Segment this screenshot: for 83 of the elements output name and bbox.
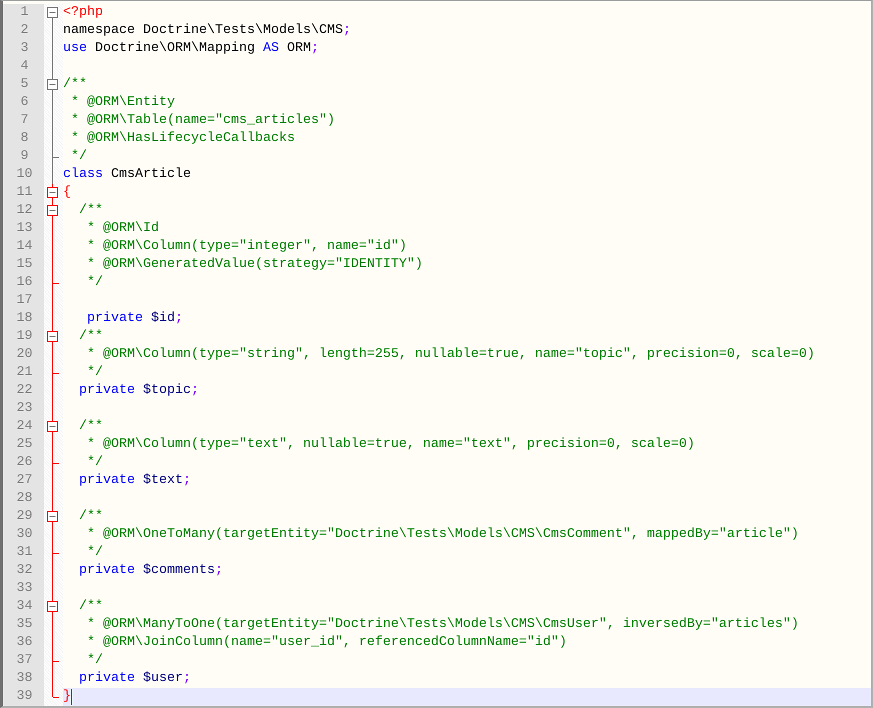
line-number: 39: [3, 688, 44, 706]
code-line: */: [86, 364, 103, 382]
line-number: 19: [3, 328, 44, 346]
code-line: private $user;: [78, 670, 191, 688]
code-line: /**: [78, 328, 103, 346]
code-line: /**: [78, 508, 103, 526]
code-line: * @ORM\Id: [86, 220, 159, 238]
code-line: <?php: [63, 4, 103, 22]
line-number: 12: [3, 202, 44, 220]
code-line: * @ORM\Column(type="integer", name="id"): [86, 238, 407, 256]
code-line: /**: [63, 76, 87, 94]
line-number: 23: [3, 400, 44, 418]
collapse-icon[interactable]: [47, 7, 58, 18]
code-line: */: [86, 652, 103, 670]
code-line: private $text;: [78, 472, 191, 490]
code-line: * @ORM\Entity: [70, 94, 175, 112]
fold-end-mark: [53, 697, 59, 698]
line-number: 24: [3, 418, 44, 436]
line-number: 25: [3, 436, 44, 454]
code-line: use Doctrine\ORM\Mapping AS ORM;: [63, 40, 319, 58]
line-number: 31: [3, 544, 44, 562]
collapse-icon[interactable]: [47, 331, 58, 342]
line-number: 10: [3, 166, 44, 184]
line-number: 3: [3, 40, 44, 58]
collapse-icon[interactable]: [47, 421, 58, 432]
line-number: 7: [3, 112, 44, 130]
code-line: private $comments;: [78, 562, 223, 580]
code-line: */: [86, 454, 103, 472]
collapse-icon[interactable]: [47, 511, 58, 522]
line-number: 11: [3, 184, 44, 202]
line-number: 4: [3, 58, 44, 76]
line-number: 9: [3, 148, 44, 166]
code-line: * @ORM\ManyToOne(targetEntity="Doctrine\Tests\Models\CMS\CmsUser", inversedBy="articles"): [86, 616, 799, 634]
code-line: */: [86, 274, 103, 292]
line-number: 33: [3, 580, 44, 598]
line-number: 35: [3, 616, 44, 634]
line-number: 36: [3, 634, 44, 652]
line-number: 1: [3, 4, 44, 22]
code-line: * @ORM\HasLifecycleCallbacks: [70, 130, 295, 148]
line-number: 30: [3, 526, 44, 544]
code-line: {: [63, 184, 71, 202]
line-number: 26: [3, 454, 44, 472]
code-line: */: [86, 544, 103, 562]
line-number: 8: [3, 130, 44, 148]
line-number: 28: [3, 490, 44, 508]
line-number: 16: [3, 274, 44, 292]
code-line: private $id;: [86, 310, 183, 328]
code-line: }: [63, 688, 71, 706]
code-line: * @ORM\Column(type="string", length=255, nullable=true, name="topic", precision=0, scale=0): [86, 346, 815, 364]
line-number: 13: [3, 220, 44, 238]
code-line: /**: [78, 202, 103, 220]
line-number: 27: [3, 472, 44, 490]
collapse-icon[interactable]: [47, 205, 58, 216]
code-line: private $topic;: [78, 382, 199, 400]
line-number: 37: [3, 652, 44, 670]
collapse-icon[interactable]: [47, 79, 58, 90]
code-line: * @ORM\GeneratedValue(strategy="IDENTITY"): [86, 256, 423, 274]
code-line: /**: [78, 598, 103, 616]
collapse-icon[interactable]: [47, 601, 58, 612]
code-line: * @ORM\OneToMany(targetEntity="Doctrine\Tests\Models\CMS\CmsComment", mappedBy="article"): [86, 526, 799, 544]
line-number: 17: [3, 292, 44, 310]
line-number: 5: [3, 76, 44, 94]
line-number: 18: [3, 310, 44, 328]
line-number: 29: [3, 508, 44, 526]
line-number: 14: [3, 238, 44, 256]
line-number: 2: [3, 22, 44, 40]
line-number: 15: [3, 256, 44, 274]
line-number: 21: [3, 364, 44, 382]
line-number: 20: [3, 346, 44, 364]
line-number: 6: [3, 94, 44, 112]
code-line: * @ORM\JoinColumn(name="user_id", referencedColumnName="id"): [86, 634, 567, 652]
collapse-icon[interactable]: [47, 187, 58, 198]
line-number: 38: [3, 670, 44, 688]
line-number: 34: [3, 598, 44, 616]
code-line: * @ORM\Table(name="cms_articles"): [70, 112, 335, 130]
line-number: 22: [3, 382, 44, 400]
code-line: namespace Doctrine\Tests\Models\CMS;: [63, 22, 351, 40]
code-line: /**: [78, 418, 103, 436]
code-line: * @ORM\Column(type="text", nullable=true, name="text", precision=0, scale=0): [86, 436, 695, 454]
line-number: 32: [3, 562, 44, 580]
code-line: class CmsArticle: [63, 166, 191, 184]
code-line: */: [70, 148, 87, 166]
text-cursor: [71, 689, 72, 705]
